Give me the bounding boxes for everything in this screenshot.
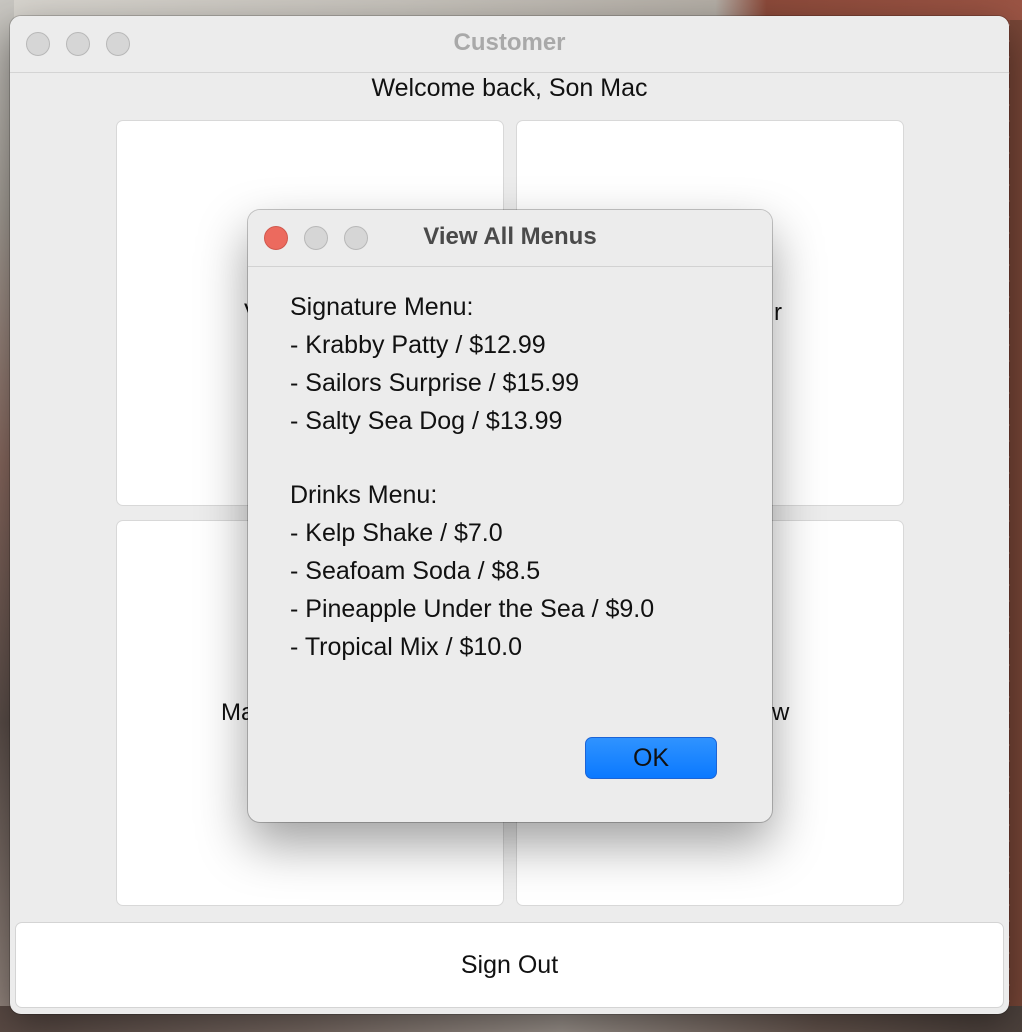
menu-item: - Salty Sea Dog / $13.99 (290, 407, 563, 435)
menu-item: - Tropical Mix / $10.0 (290, 633, 523, 661)
menu-item: - Pineapple Under the Sea / $9.0 (290, 595, 655, 623)
menu-item: - Sailors Surprise / $15.99 (290, 369, 580, 397)
window-title: Customer (453, 29, 566, 56)
menu-listing: Signature Menu: - Krabby Patty / $12.99 … (290, 288, 750, 666)
menu-item: - Kelp Shake / $7.0 (290, 519, 503, 547)
menu-spacer (290, 440, 750, 476)
ok-button[interactable]: OK (585, 737, 717, 779)
view-all-menus-dialog: View All Menus Signature Menu: - Krabby … (248, 210, 772, 822)
menu-item: - Krabby Patty / $12.99 (290, 331, 546, 359)
sign-out-button[interactable]: Sign Out (15, 922, 1004, 1008)
drinks-menu-header: Drinks Menu: (290, 481, 438, 509)
window-titlebar[interactable]: Customer (10, 16, 1009, 73)
dialog-title: View All Menus (423, 223, 597, 250)
menu-item: - Seafoam Soda / $8.5 (290, 557, 541, 585)
welcome-message: Welcome back, Son Mac (371, 74, 648, 102)
signature-menu-header: Signature Menu: (290, 293, 474, 321)
dialog-titlebar[interactable]: View All Menus (248, 210, 772, 267)
